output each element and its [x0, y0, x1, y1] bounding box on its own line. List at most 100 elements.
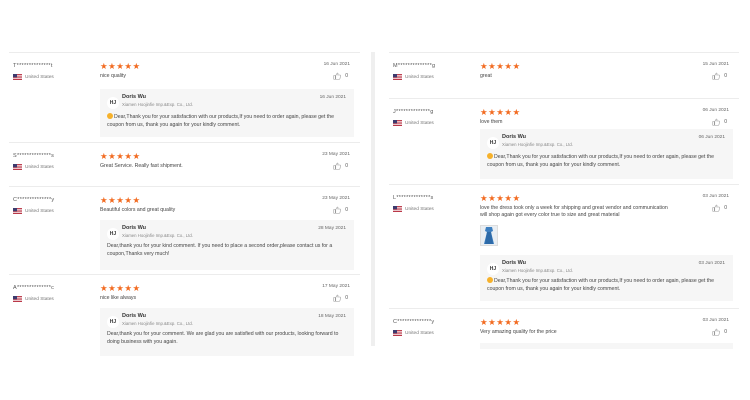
helpful-count: 0: [724, 119, 727, 125]
review-date: 15 Jun 2021: [702, 62, 729, 67]
country-name: United States: [25, 208, 54, 214]
star-rating: ★★★★★: [100, 283, 141, 293]
reviews-column-left: T**************t United States ★★★★★ 16 …: [9, 52, 360, 400]
reviewer-country: United States: [393, 206, 473, 212]
helpful-button[interactable]: 0: [712, 328, 727, 336]
helpful-button[interactable]: 0: [333, 72, 348, 80]
helpful-count: 0: [345, 163, 348, 169]
reply-text: Dear,Thank you for your satisfaction wit…: [487, 153, 727, 169]
reviewer-name: A**************c: [13, 285, 55, 291]
column-divider: [371, 52, 375, 346]
thumbs-up-icon[interactable]: [712, 72, 721, 80]
thumbs-up-icon[interactable]: [333, 72, 342, 80]
dress-photo: [481, 226, 497, 245]
review-text: nice quality: [100, 73, 126, 79]
reply-date: 16 Jun 2021: [319, 95, 346, 100]
reviewer-info: S**************s United States: [13, 153, 93, 170]
helpful-button[interactable]: 0: [712, 72, 727, 80]
reply-text-content: Dear,Thank you for your satisfaction wit…: [487, 154, 715, 168]
thumbs-up-icon[interactable]: [333, 206, 342, 214]
avatar: HJ: [487, 137, 499, 149]
reviewer-name: T**************t: [13, 63, 53, 69]
reviewer-country: United States: [393, 330, 473, 336]
smiley-emoji-icon: [487, 153, 493, 159]
reviewer-name: C**************y: [393, 319, 435, 325]
helpful-button[interactable]: 0: [712, 204, 727, 212]
review-item: T**************t United States ★★★★★ 16 …: [9, 52, 360, 142]
avatar: HJ: [487, 263, 499, 275]
star-rating: ★★★★★: [100, 61, 141, 71]
reply-author: Doris Wu: [502, 260, 527, 266]
reply-text-content: Dear,Thank you for your satisfaction wit…: [107, 114, 335, 128]
star-rating: ★★★★★: [480, 61, 521, 71]
review-date: 23 May 2021: [322, 196, 350, 201]
thumbs-up-icon[interactable]: [333, 162, 342, 170]
avatar: HJ: [107, 97, 119, 109]
reviewer-info: C**************y United States: [13, 197, 93, 214]
review-text: Beautiful colors and great quality: [100, 207, 176, 213]
helpful-button[interactable]: 0: [333, 294, 348, 302]
star-rating: ★★★★★: [480, 107, 521, 117]
reviewer-country: United States: [13, 208, 93, 214]
reply-author: Doris Wu: [122, 313, 147, 319]
seller-reply: HJ Doris Wu Xiamen Hoojinfie Imp.&Exp. C…: [480, 129, 733, 179]
review-date: 03 Jun 2021: [702, 194, 729, 199]
seller-reply-partial: [480, 343, 733, 349]
helpful-button[interactable]: 0: [712, 118, 727, 126]
reply-date: 06 Jun 2021: [698, 135, 725, 140]
reply-company: Xiamen Hoojinfie Imp.&Exp. Co., Ltd.: [122, 102, 193, 107]
reply-company: Xiamen Hoojinfie Imp.&Exp. Co., Ltd.: [122, 233, 193, 238]
reply-date: 18 May 2021: [318, 314, 346, 319]
us-flag-icon: [393, 330, 402, 336]
us-flag-icon: [393, 206, 402, 212]
star-rating: ★★★★★: [480, 317, 521, 327]
reviewer-name: J**************g: [393, 109, 434, 115]
us-flag-icon: [393, 74, 402, 80]
review-item: S**************s United States ★★★★★ 23 …: [9, 142, 360, 186]
reviewer-info: M**************g United States: [393, 63, 473, 80]
us-flag-icon: [13, 208, 22, 214]
seller-reply: HJ Doris Wu Xiamen Hoojinfie Imp.&Exp. C…: [100, 308, 354, 356]
reply-text: Dear,thank you for your kind comment. If…: [107, 243, 333, 257]
review-date: 17 May 2021: [322, 284, 350, 289]
avatar: HJ: [107, 316, 119, 328]
helpful-count: 0: [345, 73, 348, 79]
country-name: United States: [405, 206, 434, 212]
review-item: A**************c United States ★★★★★ 17 …: [9, 274, 360, 374]
reviewer-info: L**************s United States: [393, 195, 473, 212]
review-text: great: [480, 73, 492, 79]
helpful-button[interactable]: 0: [333, 206, 348, 214]
review-item: J**************g United States ★★★★★ 06 …: [389, 98, 739, 184]
reply-text: Dear,Thank you for your satisfaction wit…: [107, 113, 348, 129]
review-item: C**************y United States ★★★★★ 03 …: [389, 308, 739, 400]
reply-author: Doris Wu: [502, 134, 527, 140]
country-name: United States: [405, 74, 434, 80]
thumbs-up-icon[interactable]: [712, 118, 721, 126]
thumbs-up-icon[interactable]: [712, 328, 721, 336]
us-flag-icon: [13, 164, 22, 170]
reply-text-content: Dear,Thank you for your satisfaction wit…: [487, 278, 715, 292]
reply-text: Dear,thank you for your comment. We are …: [107, 331, 339, 345]
review-date: 06 Jun 2021: [702, 108, 729, 113]
country-name: United States: [25, 296, 54, 302]
review-photo[interactable]: [480, 225, 498, 246]
review-date: 16 Jun 2021: [323, 62, 350, 67]
avatar: HJ: [107, 228, 119, 240]
review-item: M**************g United States ★★★★★ 15 …: [389, 52, 739, 98]
helpful-count: 0: [724, 205, 727, 211]
reply-date: 28 May 2021: [318, 226, 346, 231]
helpful-button[interactable]: 0: [333, 162, 348, 170]
review-date: 03 Jun 2021: [702, 318, 729, 323]
reviewer-info: J**************g United States: [393, 109, 473, 126]
star-rating: ★★★★★: [480, 193, 521, 203]
helpful-count: 0: [345, 207, 348, 213]
reply-company: Xiamen Hoojinfie Imp.&Exp. Co., Ltd.: [502, 268, 573, 273]
helpful-count: 0: [345, 295, 348, 301]
thumbs-up-icon[interactable]: [333, 294, 342, 302]
reply-date: 03 Jun 2021: [698, 261, 725, 266]
thumbs-up-icon[interactable]: [712, 204, 721, 212]
reply-author: Doris Wu: [122, 94, 147, 100]
review-item: C**************y United States ★★★★★ 23 …: [9, 186, 360, 274]
reviewer-country: United States: [393, 120, 473, 126]
us-flag-icon: [13, 74, 22, 80]
